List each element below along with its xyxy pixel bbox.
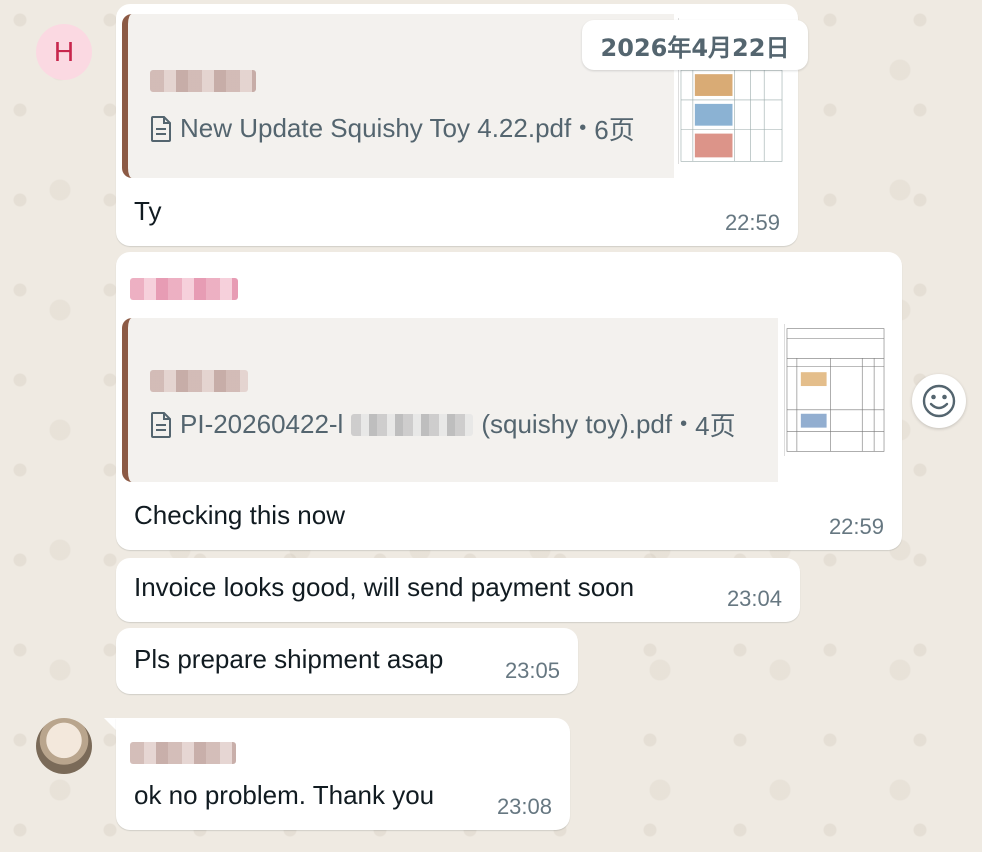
redacted-sender-name <box>130 278 238 300</box>
pdf-preview-image <box>785 324 886 456</box>
smiley-icon <box>922 384 956 418</box>
separator-dot: • <box>579 117 587 139</box>
page-count: 4页 <box>695 411 736 441</box>
message-time: 23:04 <box>726 586 782 611</box>
redacted-sender <box>150 370 248 392</box>
message-time: 22:59 <box>724 210 780 235</box>
file-name-prefix: PI-20260422-l <box>180 409 344 439</box>
message-text: Pls prepare shipment asap <box>134 644 444 674</box>
message-bubble-4[interactable]: Pls prepare shipment asap 23:05 <box>116 628 578 694</box>
avatar-initial: H <box>53 36 75 67</box>
date-divider: 2026年4月22日 <box>582 20 808 70</box>
document-icon <box>151 411 171 438</box>
page-count: 6页 <box>594 115 635 145</box>
message-text: ok no problem. Thank you <box>134 780 435 810</box>
file-attachment-2[interactable]: PI-20260422-l (squishy toy).pdf • 4页 <box>150 406 736 443</box>
document-icon <box>151 115 171 142</box>
redacted-file-name <box>351 413 474 436</box>
message-time: 23:05 <box>504 658 560 683</box>
message-time: 23:08 <box>496 794 552 819</box>
emoji-reaction-button[interactable] <box>912 374 966 428</box>
contact-avatar-photo[interactable] <box>36 718 92 774</box>
redacted-sender <box>150 70 256 92</box>
file-name-suffix: (squishy toy).pdf <box>481 409 673 439</box>
pdf-thumbnail-2[interactable] <box>784 324 886 456</box>
message-text: Ty <box>134 196 162 226</box>
file-attachment-1[interactable]: New Update Squishy Toy 4.22.pdf • 6页 <box>150 110 635 147</box>
file-quote-2[interactable]: PI-20260422-l (squishy toy).pdf • 4页 <box>122 318 778 482</box>
message-bubble-3[interactable]: Invoice looks good, will send payment so… <box>116 558 800 622</box>
message-bubble-5[interactable]: ok no problem. Thank you 23:08 <box>116 718 570 830</box>
message-text: Invoice looks good, will send payment so… <box>134 572 635 602</box>
message-time: 22:59 <box>828 514 884 539</box>
separator-dot: • <box>680 413 688 435</box>
file-name: New Update Squishy Toy 4.22.pdf <box>180 113 572 143</box>
contact-avatar-h[interactable]: H <box>36 24 92 80</box>
redacted-sender-name <box>130 742 236 764</box>
message-text: Checking this now <box>134 500 345 530</box>
message-bubble-2[interactable]: PI-20260422-l (squishy toy).pdf • 4页 Che… <box>116 252 902 550</box>
